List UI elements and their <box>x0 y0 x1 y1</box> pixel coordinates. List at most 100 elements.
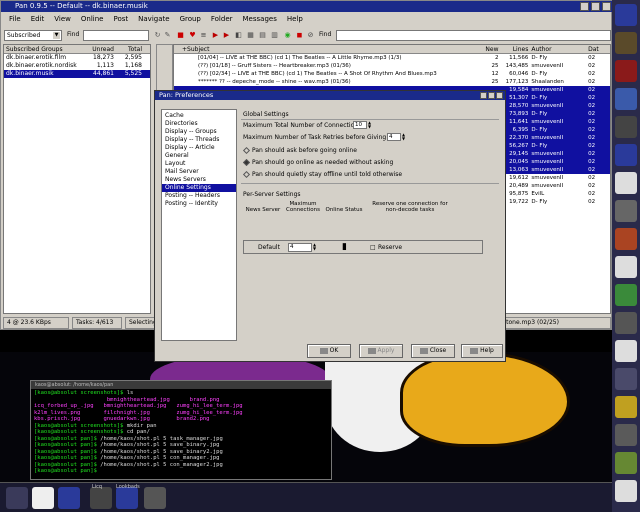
stop-icon[interactable]: ■ <box>176 30 185 40</box>
grid-icon[interactable]: ▦ <box>246 30 255 40</box>
article-row[interactable]: ******* ?? -- depeche_mode -- shine -- w… <box>174 78 610 86</box>
gnome-icon[interactable] <box>615 116 637 138</box>
article-row[interactable]: (??) [01/18] -- Gruff Sisters -- Heartbr… <box>174 62 610 70</box>
max-connections-spinner[interactable]: 10 <box>353 121 367 129</box>
menu-messages[interactable]: Messages <box>243 12 277 27</box>
column-header-total[interactable]: Total <box>114 45 144 53</box>
minimize-button[interactable] <box>580 2 589 11</box>
gimp-icon[interactable] <box>615 32 637 54</box>
licq-icon[interactable] <box>90 487 112 509</box>
post-icon[interactable]: ✎ <box>163 30 172 40</box>
tux-icon[interactable] <box>32 487 54 509</box>
server-max-connections-spinner[interactable]: 4 <box>288 243 312 252</box>
spinner-arrows-icon[interactable]: ▲ ▼ <box>402 133 407 141</box>
mail-icon[interactable] <box>615 424 637 446</box>
gear-icon[interactable] <box>615 284 637 306</box>
group-find-input[interactable] <box>83 30 149 41</box>
trash-icon[interactable]: ▥ <box>270 30 279 40</box>
spinner-arrows-icon[interactable]: ▲ ▼ <box>368 121 373 129</box>
radio-stay-offline[interactable] <box>242 170 251 179</box>
tux-icon[interactable] <box>615 256 637 278</box>
menu-post[interactable]: Post <box>114 12 129 27</box>
apply-button[interactable]: Apply <box>359 344 403 358</box>
terminal-output[interactable]: [kaos@absolut screenshots]$ ls bmnighthe… <box>31 389 331 476</box>
next-thread-icon[interactable]: ▶ <box>222 30 231 40</box>
preferences-category-item[interactable]: Display -- Threads <box>162 136 236 144</box>
preferences-category-item[interactable]: Posting -- Headers <box>162 192 236 200</box>
terminal-window[interactable]: kaos@absolut: /home/kaos/pan [kaos@absol… <box>30 380 332 480</box>
column-header-date[interactable]: Dat <box>588 45 610 53</box>
group-row[interactable]: dk.binaer.erotik.film 18,273 2,595 <box>4 54 150 62</box>
group-row[interactable]: dk.binaer.musik 44,861 5,525 <box>4 70 150 78</box>
preferences-category-item[interactable]: Layout <box>162 160 236 168</box>
header-find-input[interactable] <box>336 30 611 41</box>
server-status-icon[interactable]: ▮ <box>342 242 347 252</box>
burn-icon[interactable] <box>615 228 637 250</box>
cancel-icon[interactable]: ⊘ <box>306 30 315 40</box>
next-unread-icon[interactable]: ▶ <box>211 30 220 40</box>
radio-go-online[interactable] <box>242 158 251 167</box>
maximize-button[interactable] <box>591 2 600 11</box>
tux-icon[interactable] <box>6 487 28 509</box>
radio-ask-online[interactable] <box>242 146 251 155</box>
dialog-titlebar[interactable]: Pan: Preferences <box>155 91 505 100</box>
max-retries-spinner[interactable]: 4 <box>387 133 401 141</box>
radio-auto-label[interactable]: Pan should go online as needed without a… <box>252 159 393 166</box>
close-dialog-button[interactable]: Close <box>411 344 455 358</box>
monitor-icon[interactable] <box>615 88 637 110</box>
tux-icon[interactable] <box>615 172 637 194</box>
radio-ask-label[interactable]: Pan should ask before going online <box>252 147 357 154</box>
monitor-icon[interactable] <box>58 487 80 509</box>
fox-icon[interactable] <box>615 60 637 82</box>
column-header-new[interactable]: New <box>473 45 498 53</box>
online-icon[interactable]: ◉ <box>283 30 292 40</box>
stop-icon[interactable]: ◼ <box>295 30 304 40</box>
preferences-category-item[interactable]: General <box>162 152 236 160</box>
spinner-arrows-icon[interactable]: ▲ ▼ <box>313 243 318 251</box>
menu-online[interactable]: Online <box>81 12 104 27</box>
tux-icon[interactable] <box>615 340 637 362</box>
menu-file[interactable]: File <box>9 12 21 27</box>
minimize-button[interactable] <box>480 92 487 99</box>
monitor-icon[interactable] <box>116 487 138 509</box>
triangle-icon[interactable] <box>615 200 637 222</box>
preferences-category-item[interactable]: Online Settings <box>162 184 236 192</box>
clock-icon[interactable] <box>615 312 637 334</box>
preferences-category-item[interactable]: Posting -- Identity <box>162 200 236 208</box>
column-header-name[interactable]: Subscribed Groups <box>4 45 84 53</box>
subscribed-combo[interactable]: Subscribed ▼ <box>4 30 62 41</box>
menu-view[interactable]: View <box>54 12 71 27</box>
list-icon[interactable]: ≡ <box>199 30 208 40</box>
menu-help[interactable]: Help <box>287 12 303 27</box>
close-button[interactable] <box>602 2 611 11</box>
column-header-unread[interactable]: Unread <box>84 45 114 53</box>
save-icon[interactable]: ▤ <box>258 30 267 40</box>
refresh-icon[interactable]: ↻ <box>153 30 162 40</box>
article-row[interactable]: [01/04] -- LIVE at THE BBC) (cd 1) The B… <box>174 54 610 62</box>
group-row[interactable]: dk.binaer.erotik.nordisk 1,113 1,168 <box>4 62 150 70</box>
tux-icon[interactable] <box>144 487 166 509</box>
qvis-icon[interactable] <box>615 396 637 418</box>
article-row[interactable]: (??) [02/34] -- LIVE at THE BBC) (cd 1) … <box>174 70 610 78</box>
menu-group[interactable]: Group <box>180 12 201 27</box>
menu-navigate[interactable]: Navigate <box>138 12 169 27</box>
heart-icon[interactable]: ♥ <box>188 30 197 40</box>
gear-icon[interactable] <box>615 452 637 474</box>
preferences-category-item[interactable]: Cache <box>162 112 236 120</box>
column-header-author[interactable]: Author <box>528 45 588 53</box>
preferences-category-item[interactable]: Directories <box>162 120 236 128</box>
tux-icon[interactable] <box>615 480 637 502</box>
preferences-category-item[interactable]: Mail Server <box>162 168 236 176</box>
monitor-icon[interactable] <box>615 144 637 166</box>
column-header-lines[interactable]: Lines <box>499 45 529 53</box>
reserve-label[interactable]: Reserve <box>378 244 402 251</box>
help-button[interactable]: Help <box>461 344 503 358</box>
menu-edit[interactable]: Edit <box>31 12 45 27</box>
window-titlebar[interactable]: Pan 0.9.5 -- Default -- dk.binaer.musik <box>1 1 613 12</box>
terminal-icon[interactable] <box>615 4 637 26</box>
maximize-button[interactable] <box>488 92 495 99</box>
preferences-category-item[interactable]: Display -- Groups <box>162 128 236 136</box>
status-tasks[interactable]: Tasks: 4/613 <box>72 317 122 329</box>
preferences-category-item[interactable]: Display -- Article <box>162 144 236 152</box>
menu-folder[interactable]: Folder <box>211 12 233 27</box>
